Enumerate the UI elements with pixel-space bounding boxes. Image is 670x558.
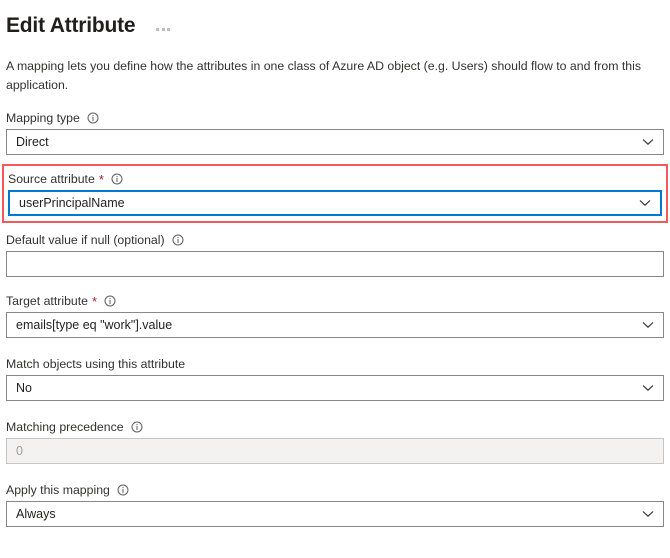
field-label-source-attribute: Source attribute * (8, 171, 662, 190)
dropdown-value: userPrincipalName (10, 191, 125, 215)
info-icon[interactable] (117, 484, 129, 496)
field-default-value: Default value if null (optional) (6, 232, 664, 277)
highlight-box-source-attribute: Source attribute * userPrincipalName (2, 164, 668, 223)
field-label-apply-this-mapping: Apply this mapping (6, 482, 664, 501)
label-text: Matching precedence (6, 419, 124, 435)
chevron-down-icon[interactable] (642, 313, 654, 337)
dropdown-value: Always (7, 502, 56, 526)
dropdown-value: emails[type eq "work"].value (7, 313, 172, 337)
description-text: A mapping lets you define how the attrib… (6, 57, 654, 95)
dropdown-target-attribute[interactable]: emails[type eq "work"].value (6, 312, 664, 338)
ellipsis-dot (167, 28, 170, 31)
dropdown-match-objects[interactable]: No (6, 375, 664, 401)
ellipsis-icon[interactable] (153, 24, 173, 35)
field-mapping-type: Mapping type Direct (6, 110, 664, 155)
field-label-target-attribute: Target attribute * (6, 293, 664, 312)
ellipsis-dot (162, 28, 165, 31)
textbox-value: 0 (7, 439, 23, 463)
page-title: Edit Attribute (6, 13, 135, 39)
label-text: Mapping type (6, 110, 80, 126)
dropdown-source-attribute[interactable]: userPrincipalName (8, 190, 662, 216)
chevron-down-icon[interactable] (639, 192, 651, 214)
field-match-objects: Match objects using this attribute No (6, 356, 664, 401)
info-icon[interactable] (111, 173, 123, 185)
field-label-mapping-type: Mapping type (6, 110, 664, 129)
field-label-matching-precedence: Matching precedence (6, 419, 664, 438)
info-icon[interactable] (131, 421, 143, 433)
label-text: Default value if null (optional) (6, 232, 165, 248)
dropdown-mapping-type[interactable]: Direct (6, 129, 664, 155)
chevron-down-icon[interactable] (642, 130, 654, 154)
field-apply-this-mapping: Apply this mapping Always (6, 482, 664, 527)
required-marker: * (92, 297, 97, 307)
info-icon[interactable] (104, 295, 116, 307)
field-label-match-objects: Match objects using this attribute (6, 356, 664, 375)
field-target-attribute: Target attribute * emails[type eq "work"… (6, 293, 664, 338)
field-source-attribute: Source attribute * userPrincipalName (8, 171, 662, 216)
textbox-default-value[interactable] (6, 251, 664, 277)
required-marker: * (99, 175, 104, 185)
field-label-default-value: Default value if null (optional) (6, 232, 664, 251)
ellipsis-dot (156, 28, 159, 31)
textbox-matching-precedence: 0 (6, 438, 664, 464)
page-header: Edit Attribute (0, 0, 670, 39)
info-icon[interactable] (87, 112, 99, 124)
edit-attribute-form: Mapping type Direct Source attribute * u… (0, 110, 670, 527)
chevron-down-icon[interactable] (642, 502, 654, 526)
chevron-down-icon[interactable] (642, 376, 654, 400)
dropdown-value: No (7, 376, 32, 400)
label-text: Apply this mapping (6, 482, 110, 498)
info-icon[interactable] (172, 234, 184, 246)
label-text: Match objects using this attribute (6, 356, 185, 372)
label-text: Target attribute (6, 293, 88, 309)
field-matching-precedence: Matching precedence 0 (6, 419, 664, 464)
dropdown-value: Direct (7, 130, 49, 154)
label-text: Source attribute (8, 171, 95, 187)
dropdown-apply-this-mapping[interactable]: Always (6, 501, 664, 527)
